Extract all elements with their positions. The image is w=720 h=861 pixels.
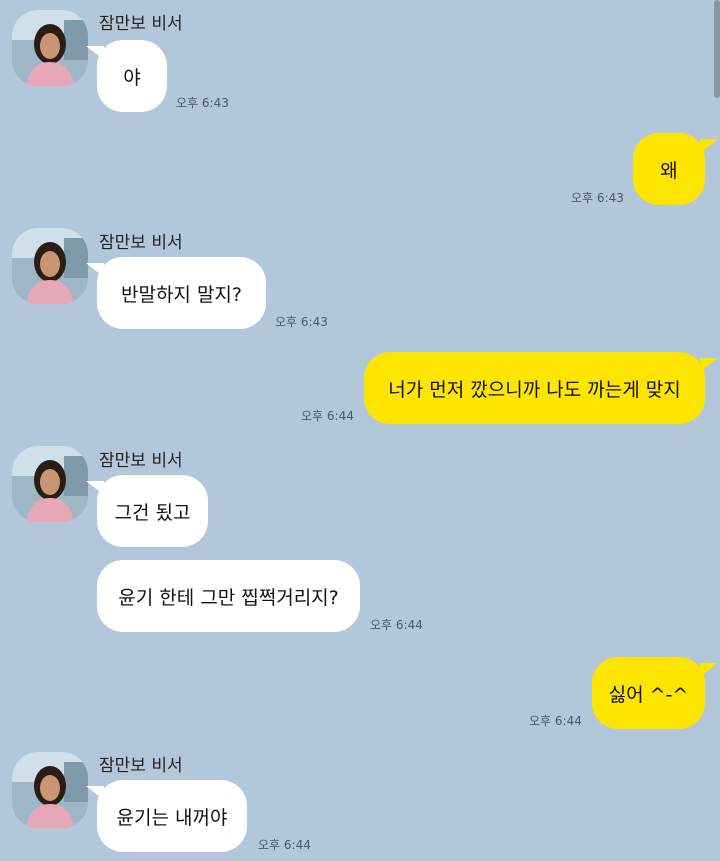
- bubble-tail: [86, 46, 104, 60]
- message-text: 너가 먼저 깠으니까 나도 까는게 맞지: [388, 378, 681, 401]
- bubble-tail: [86, 263, 104, 277]
- message-time: 오후 6:43: [275, 315, 328, 329]
- sender-name: 잠만보 비서: [99, 14, 183, 34]
- bubble-tail: [86, 786, 104, 800]
- message-text: 그건 됬고: [114, 501, 191, 524]
- avatar[interactable]: [12, 10, 88, 86]
- scrollbar-thumb[interactable]: [714, 0, 720, 98]
- message-text: 야: [123, 66, 141, 89]
- message-time: 오후 6:44: [370, 618, 423, 632]
- message-text: 윤기 한테 그만 찝쩍거리지?: [118, 586, 339, 609]
- message-text: 반말하지 말지?: [120, 283, 242, 306]
- message-time: 오후 6:44: [258, 838, 311, 852]
- avatar[interactable]: [12, 228, 88, 304]
- profile-photo-image: [12, 228, 88, 304]
- message-time: 오후 6:43: [176, 96, 229, 110]
- profile-photo-image: [12, 446, 88, 522]
- message-bubble-incoming[interactable]: 윤기 한테 그만 찝쩍거리지?: [97, 560, 360, 632]
- message-time: 오후 6:43: [571, 191, 624, 205]
- message-bubble-incoming[interactable]: 반말하지 말지?: [97, 257, 266, 329]
- message-time: 오후 6:44: [529, 714, 582, 728]
- profile-photo-image: [12, 752, 88, 828]
- message-time: 오후 6:44: [301, 409, 354, 423]
- profile-photo-image: [12, 10, 88, 86]
- message-bubble-outgoing[interactable]: 싫어 ^-^: [592, 657, 705, 729]
- sender-name: 잠만보 비서: [99, 233, 183, 253]
- message-bubble-outgoing[interactable]: 너가 먼저 깠으니까 나도 까는게 맞지: [364, 352, 705, 424]
- message-text: 왜: [660, 159, 678, 182]
- sender-name: 잠만보 비서: [99, 756, 183, 776]
- bubble-tail: [700, 139, 718, 153]
- message-bubble-outgoing[interactable]: 왜: [633, 133, 705, 205]
- message-text: 윤기는 내꺼야: [116, 806, 228, 829]
- message-text: 싫어 ^-^: [608, 683, 689, 706]
- sender-name: 잠만보 비서: [99, 451, 183, 471]
- bubble-tail: [86, 481, 104, 495]
- avatar[interactable]: [12, 446, 88, 522]
- message-bubble-incoming[interactable]: 그건 됬고: [97, 475, 208, 547]
- bubble-tail: [700, 663, 718, 677]
- bubble-tail: [700, 358, 718, 372]
- message-bubble-incoming[interactable]: 윤기는 내꺼야: [97, 780, 247, 852]
- avatar[interactable]: [12, 752, 88, 828]
- message-bubble-incoming[interactable]: 야: [97, 40, 167, 112]
